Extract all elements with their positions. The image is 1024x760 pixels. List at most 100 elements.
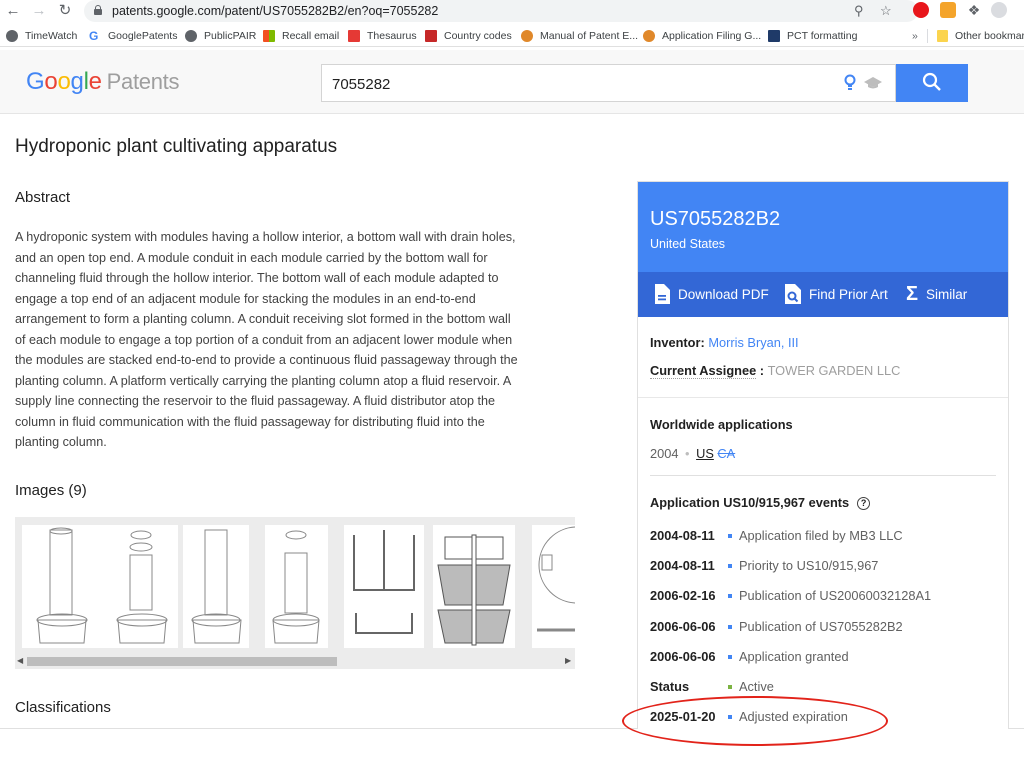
tower-drawing-icon: [36, 527, 168, 644]
scholar-cap-icon[interactable]: [864, 76, 882, 90]
patent-image-thumbnail[interactable]: [433, 525, 515, 648]
thesaurus-icon: [348, 30, 360, 42]
patent-image-thumbnail[interactable]: [532, 525, 575, 648]
assignee-row: Current Assignee : TOWER GARDEN LLC: [650, 363, 901, 379]
lightbulb-icon[interactable]: [844, 74, 856, 92]
search-input[interactable]: [332, 73, 802, 95]
help-icon[interactable]: ?: [857, 497, 871, 511]
zoom-icon[interactable]: ⚲: [854, 3, 864, 19]
bookmark-googlepatents[interactable]: G GooglePatents: [89, 28, 177, 44]
abstract-heading: Abstract: [15, 189, 71, 206]
bookmark-country-codes[interactable]: Country codes: [425, 28, 512, 44]
download-pdf-button[interactable]: Download PDF: [654, 284, 769, 304]
bullet-separator: •: [685, 446, 690, 461]
lock-icon: [94, 5, 102, 15]
card-divider: [650, 475, 996, 476]
other-bookmarks[interactable]: Other bookmar: [937, 28, 1024, 44]
event-row: 2004-08-11 Application filed by MB3 LLC: [650, 528, 903, 543]
event-row: 2006-06-06 Application granted: [650, 649, 849, 664]
patent-image-thumbnail[interactable]: [265, 525, 328, 648]
profile-avatar-icon[interactable]: [991, 2, 1007, 18]
url-text[interactable]: patents.google.com/patent/US7055282B2/en…: [112, 4, 438, 18]
find-prior-art-button[interactable]: Find Prior Art: [784, 284, 888, 304]
star-icon[interactable]: ☆: [880, 3, 892, 19]
assignee-value[interactable]: TOWER GARDEN LLC: [768, 363, 901, 378]
microsoft-icon: [263, 30, 275, 42]
patent-image-thumbnail[interactable]: [183, 525, 249, 648]
forward-arrow-icon[interactable]: →: [30, 2, 48, 20]
google-patents-logo[interactable]: Google Patents: [26, 68, 179, 96]
bookmark-recall-email[interactable]: Recall email: [263, 28, 339, 44]
search-box: [321, 64, 896, 102]
images-heading: Images (9): [15, 482, 87, 499]
address-bar[interactable]: patents.google.com/patent/US7055282B2/en…: [84, 0, 918, 22]
bookmark-publicpair[interactable]: PublicPAIR: [185, 28, 256, 44]
patent-image-thumbnail[interactable]: [344, 525, 424, 648]
worldwide-heading: Worldwide applications: [650, 417, 793, 432]
image-gallery: ◀ ▶: [15, 517, 575, 669]
blue-dot-icon: [728, 714, 732, 719]
browser-toolbar: ← → ↻ patents.google.com/patent/US705528…: [0, 0, 1024, 22]
prior-art-search-icon: [785, 284, 801, 304]
extension-icon[interactable]: [940, 2, 956, 18]
search-icon: [922, 72, 941, 91]
patent-summary-card: US7055282B2 United States Download PDF F…: [637, 181, 1009, 729]
globe-icon: [185, 30, 197, 42]
event-row: 2025-01-20 Adjusted expiration: [650, 709, 848, 724]
bookmarks-divider: [927, 29, 928, 43]
reload-icon[interactable]: ↻: [56, 2, 74, 20]
blue-dot-icon: [728, 654, 732, 659]
scroll-left-arrow-icon[interactable]: ◀: [17, 656, 23, 665]
blue-dot-icon: [728, 533, 732, 538]
epo-icon: [425, 30, 437, 42]
scrollbar-thumb[interactable]: [27, 657, 337, 666]
bookmark-thesaurus[interactable]: Thesaurus: [348, 28, 417, 44]
classifications-heading: Classifications: [15, 699, 111, 716]
bookmark-application-filing[interactable]: Application Filing G...: [643, 28, 761, 44]
wipo-icon: [768, 30, 780, 42]
site-header: Google Patents: [0, 50, 1024, 114]
uspto-icon: [643, 30, 655, 42]
module-cross-section-icon: [437, 534, 511, 646]
scroll-right-arrow-icon[interactable]: ▶: [565, 656, 571, 665]
bookmarks-bar: TimeWatch G GooglePatents PublicPAIR Reca…: [0, 25, 1024, 47]
search-button[interactable]: [896, 64, 968, 102]
event-row: 2006-02-16 Publication of US20060032128A1: [650, 588, 932, 603]
events-heading: Application US10/915,967 events?: [650, 495, 871, 511]
folder-icon: [937, 30, 948, 42]
similar-button[interactable]: Σ Similar: [906, 283, 967, 305]
tower-drawing-icon: [272, 530, 320, 644]
card-header: US7055282B2 United States: [638, 182, 1008, 272]
assignee-label[interactable]: Current Assignee: [650, 363, 757, 379]
uspto-icon: [521, 30, 533, 42]
back-arrow-icon[interactable]: ←: [4, 2, 22, 20]
blue-dot-icon: [728, 563, 732, 568]
bookmark-pct-formatting[interactable]: PCT formatting: [768, 28, 857, 44]
bookmark-timewatch[interactable]: TimeWatch: [6, 28, 77, 44]
module-section-drawing-icon: [353, 530, 415, 634]
bookmarks-overflow-button[interactable]: »: [912, 28, 918, 44]
document-icon: [655, 284, 670, 304]
inventor-row: Inventor: Morris Bryan, III: [650, 335, 799, 350]
abstract-text: A hydroponic system with modules having …: [15, 230, 518, 449]
publication-number: US7055282B2: [650, 208, 781, 230]
tower-drawing-icon: [191, 529, 242, 644]
green-dot-icon: [728, 684, 732, 689]
blue-dot-icon: [728, 624, 732, 629]
blue-dot-icon: [728, 593, 732, 598]
distributor-drawing-icon: [537, 526, 575, 632]
patent-image-thumbnail[interactable]: [22, 525, 178, 648]
bookmark-mpep[interactable]: Manual of Patent E...: [521, 28, 638, 44]
status-row: Status Active: [650, 679, 774, 694]
patent-title: Hydroponic plant cultivating apparatus: [15, 136, 338, 157]
puzzle-icon[interactable]: ❖: [966, 2, 982, 18]
card-divider: [638, 397, 1008, 398]
country-link-ca[interactable]: CA: [717, 446, 735, 461]
gallery-scrollbar[interactable]: ◀ ▶: [15, 655, 575, 667]
inventor-link[interactable]: Morris Bryan, III: [708, 335, 798, 350]
country: United States: [650, 237, 726, 251]
event-row: 2006-06-06 Publication of US7055282B2: [650, 619, 903, 634]
country-link-us[interactable]: US: [696, 446, 714, 461]
opera-extension-icon[interactable]: [913, 2, 929, 18]
event-row: 2004-08-11 Priority to US10/915,967: [650, 558, 879, 573]
